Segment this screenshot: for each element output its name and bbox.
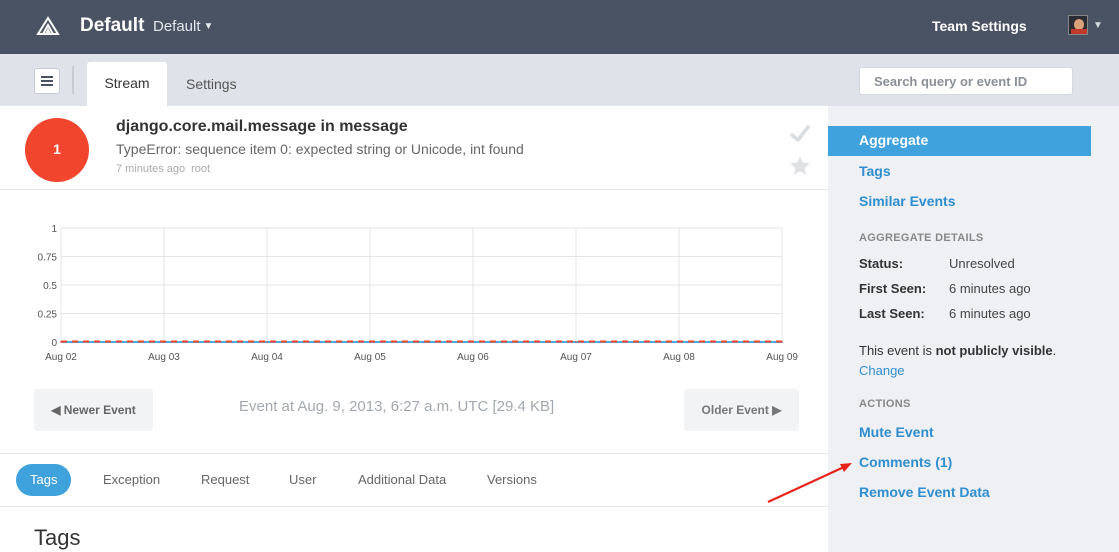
sidebar: Aggregate Tags Similar Events AGGREGATE … — [828, 106, 1119, 552]
sentry-logo-icon[interactable] — [36, 14, 60, 38]
chart-x-tick-label: Aug 05 — [354, 352, 386, 363]
last-seen-value: 6 minutes ago — [949, 306, 1031, 321]
tab-user[interactable]: User — [289, 464, 316, 496]
chart-x-tick-label: Aug 08 — [663, 352, 695, 363]
project-dropdown-label: Default — [153, 18, 201, 35]
sidebar-item-similar-events[interactable]: Similar Events — [859, 193, 956, 209]
chart-point — [678, 341, 680, 343]
remove-event-data-link[interactable]: Remove Event Data — [859, 484, 990, 500]
chart-y-tick-label: 0.5 — [43, 281, 57, 292]
chart-point — [60, 341, 62, 343]
tab-stream[interactable]: Stream — [87, 62, 167, 106]
event-time: 7 minutes ago — [116, 163, 186, 175]
mute-event-link[interactable]: Mute Event — [859, 424, 934, 440]
chevron-down-icon[interactable]: ▼ — [1093, 20, 1103, 31]
event-title: django.core.mail.message in message — [116, 118, 408, 135]
event-count-badge: 1 — [25, 118, 89, 182]
tab-tags[interactable]: Tags — [16, 464, 72, 496]
tab-settings[interactable]: Settings — [186, 76, 237, 92]
chart-y-tick-label: 0 — [51, 338, 57, 349]
annotation-arrow-icon — [767, 463, 852, 503]
sidebar-item-aggregate[interactable]: Aggregate — [859, 132, 928, 148]
search-input[interactable]: Search query or event ID — [859, 67, 1073, 95]
bookmark-star-icon[interactable] — [789, 155, 811, 177]
chart-y-tick-label: 1 — [51, 224, 57, 235]
chart-point — [369, 341, 371, 343]
top-bar: Default Default ▼ Team Settings ▼ — [0, 0, 1119, 54]
chart-x-tick-label: Aug 09 — [766, 352, 798, 363]
newer-event-button[interactable]: ◀ Newer Event — [34, 389, 153, 431]
tab-versions[interactable]: Versions — [487, 464, 537, 496]
event-timestamp: Event at Aug. 9, 2013, 6:27 a.m. UTC [29… — [239, 398, 555, 415]
first-seen-value: 6 minutes ago — [949, 281, 1031, 296]
resolve-check-icon[interactable] — [789, 123, 811, 145]
divider — [0, 453, 828, 454]
menu-button[interactable] — [34, 68, 60, 94]
event-frequency-chart: 1 0.75 0.5 0.25 0 Aug 02 Aug 03 Aug 04 Aug 05 Aug… — [38, 224, 799, 363]
event-meta: 7 minutes ago root — [116, 163, 210, 175]
chart-point — [781, 341, 783, 343]
status-value: Unresolved — [949, 256, 1015, 271]
tab-request[interactable]: Request — [201, 464, 249, 496]
chart-y-tick-label: 0.25 — [38, 310, 58, 321]
chart-x-tick-label: Aug 02 — [45, 352, 77, 363]
project-name[interactable]: Default — [80, 15, 144, 37]
chart-x-tick-label: Aug 06 — [457, 352, 489, 363]
divider — [0, 506, 828, 507]
first-seen-label: First Seen: — [859, 281, 927, 296]
older-event-button[interactable]: Older Event ▶ — [684, 389, 799, 431]
status-label: Status: — [859, 256, 904, 271]
divider — [72, 66, 74, 94]
chart-point — [163, 341, 165, 343]
chart-y-tick-label: 0.75 — [38, 253, 58, 264]
chart-x-tick-label: Aug 04 — [251, 352, 283, 363]
chart-x-tick-label: Aug 03 — [148, 352, 180, 363]
chevron-down-icon: ▼ — [203, 21, 214, 32]
visibility-text: This event is not publicly visible. — [859, 343, 1057, 358]
change-visibility-link[interactable]: Change — [859, 363, 905, 378]
sidebar-item-tags[interactable]: Tags — [859, 163, 891, 179]
chart-point — [472, 341, 474, 343]
divider — [0, 189, 828, 190]
team-settings-link[interactable]: Team Settings — [932, 18, 1027, 34]
aggregate-details-heading: AGGREGATE DETAILS — [859, 232, 984, 244]
tab-additional-data[interactable]: Additional Data — [358, 464, 446, 496]
chart-x-tick-label: Aug 07 — [560, 352, 592, 363]
sub-nav: Stream Settings Search query or event ID — [0, 54, 1119, 106]
avatar[interactable] — [1068, 15, 1088, 35]
actions-heading: ACTIONS — [859, 398, 911, 410]
event-user: root — [191, 163, 211, 175]
comments-link[interactable]: Comments (1) — [859, 454, 952, 470]
section-heading: Tags — [34, 525, 81, 550]
chart-point — [266, 341, 268, 343]
event-message: TypeError: sequence item 0: expected str… — [116, 141, 524, 157]
tab-exception[interactable]: Exception — [103, 464, 160, 496]
chart-point — [575, 341, 577, 343]
last-seen-label: Last Seen: — [859, 306, 925, 321]
project-dropdown[interactable]: Default ▼ — [153, 18, 213, 35]
